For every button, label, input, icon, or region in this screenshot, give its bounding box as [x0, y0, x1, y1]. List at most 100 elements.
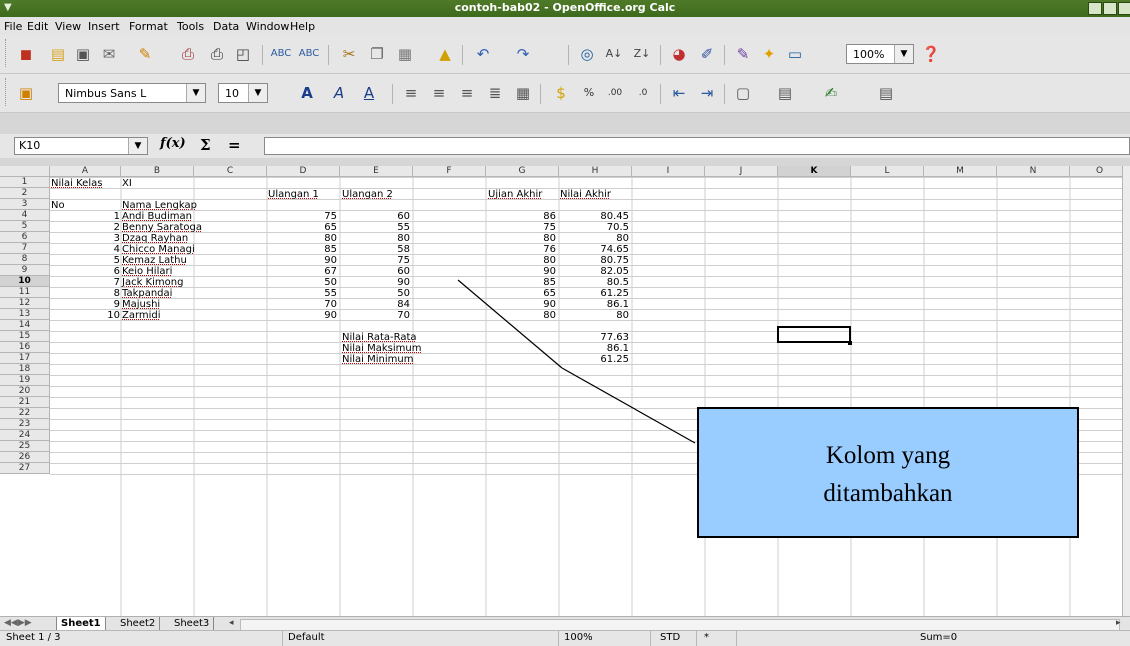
- new-icon[interactable]: ◼: [15, 43, 37, 65]
- navigator-icon[interactable]: ✦: [758, 43, 780, 65]
- cut-icon[interactable]: ✂: [338, 43, 360, 65]
- cell-ulangan1[interactable]: 90: [267, 310, 337, 321]
- cell-ujian-akhir[interactable]: 76: [486, 244, 556, 255]
- formula-input[interactable]: [264, 137, 1130, 155]
- cell-nilai-akhir[interactable]: 70.5: [559, 222, 629, 233]
- cell-ulangan1[interactable]: 67: [267, 266, 337, 277]
- increase-indent-icon[interactable]: ⇥: [696, 82, 718, 104]
- percent-icon[interactable]: %: [578, 82, 600, 104]
- font-color-icon[interactable]: ✍: [820, 82, 842, 104]
- borders-icon[interactable]: ▢: [732, 82, 754, 104]
- cell-name[interactable]: Chicco Managi: [122, 244, 195, 255]
- cell-d2[interactable]: Ulangan 1: [268, 189, 319, 200]
- cell-nilai-akhir[interactable]: 61.25: [559, 288, 629, 299]
- toolbar-grip[interactable]: [5, 39, 9, 67]
- cell-summary-label[interactable]: Nilai Rata-Rata: [342, 332, 417, 343]
- fill-handle[interactable]: [848, 341, 852, 345]
- copy-icon[interactable]: ❐: [366, 43, 388, 65]
- cell-ulangan1[interactable]: 75: [267, 211, 337, 222]
- cell-ujian-akhir[interactable]: 65: [486, 288, 556, 299]
- chevron-down-icon[interactable]: ▼: [128, 138, 147, 154]
- menu-help[interactable]: Help: [290, 20, 315, 33]
- menu-tools[interactable]: Tools: [177, 20, 204, 33]
- cell-summary-value[interactable]: 61.25: [559, 354, 629, 365]
- cell-ujian-akhir[interactable]: 90: [486, 299, 556, 310]
- cell-ujian-akhir[interactable]: 80: [486, 255, 556, 266]
- menu-file[interactable]: File: [4, 20, 22, 33]
- menu-window[interactable]: Window: [246, 20, 289, 33]
- italic-icon[interactable]: A: [328, 82, 350, 104]
- cell-ulangan1[interactable]: 90: [267, 255, 337, 266]
- status-style[interactable]: Default: [288, 632, 325, 643]
- sum-icon[interactable]: Σ: [200, 136, 211, 154]
- cell-ujian-akhir[interactable]: 86: [486, 211, 556, 222]
- cell-ujian-akhir[interactable]: 85: [486, 277, 556, 288]
- chevron-down-icon[interactable]: ▼: [186, 84, 205, 102]
- print-icon[interactable]: ⎙: [206, 43, 228, 65]
- standard-format-icon[interactable]: .00: [604, 82, 626, 104]
- cell-summary-label[interactable]: Nilai Minimum: [342, 354, 413, 365]
- cell-nilai-akhir[interactable]: 80: [559, 233, 629, 244]
- bold-icon[interactable]: A: [296, 82, 318, 104]
- styles-icon[interactable]: ▣: [15, 82, 37, 104]
- cell-no[interactable]: 1: [50, 211, 120, 222]
- menu-data[interactable]: Data: [213, 20, 239, 33]
- chevron-down-icon[interactable]: ▼: [894, 45, 913, 63]
- gallery-icon[interactable]: ✎: [732, 43, 754, 65]
- cell-ulangan1[interactable]: 70: [267, 299, 337, 310]
- cell-ulangan2[interactable]: 60: [340, 211, 410, 222]
- cell-nilai-akhir[interactable]: 80: [559, 310, 629, 321]
- autospellcheck-icon[interactable]: ABC: [298, 43, 320, 65]
- cell-nilai-akhir[interactable]: 74.65: [559, 244, 629, 255]
- cell-ulangan2[interactable]: 75: [340, 255, 410, 266]
- email-icon[interactable]: ✉: [98, 43, 120, 65]
- cell-no[interactable]: 6: [50, 266, 120, 277]
- scroll-left-icon[interactable]: ◂: [229, 618, 234, 628]
- scroll-right-icon[interactable]: ▸: [1116, 618, 1121, 628]
- cell-summary-label[interactable]: Nilai Maksimum: [342, 343, 421, 354]
- cell-ujian-akhir[interactable]: 75: [486, 222, 556, 233]
- datasources-icon[interactable]: ▭: [784, 43, 806, 65]
- cell-no[interactable]: 7: [50, 277, 120, 288]
- open-icon[interactable]: ▤: [47, 43, 69, 65]
- cell-name[interactable]: Takpandai: [122, 288, 172, 299]
- align-right-icon[interactable]: ≡: [456, 82, 478, 104]
- edit-file-icon[interactable]: ✎: [134, 43, 156, 65]
- cell-ujian-akhir[interactable]: 80: [486, 310, 556, 321]
- vertical-scrollbar[interactable]: [1122, 166, 1130, 616]
- hyperlink-icon[interactable]: ◎: [576, 43, 598, 65]
- cell-ulangan1[interactable]: 85: [267, 244, 337, 255]
- cell-name[interactable]: Majushi: [122, 299, 160, 310]
- font-size-select[interactable]: 10 ▼: [218, 83, 268, 103]
- zoom-select[interactable]: 100% ▼: [846, 44, 914, 64]
- align-center-icon[interactable]: ≡: [428, 82, 450, 104]
- sort-ascending-icon[interactable]: A↓: [603, 43, 625, 65]
- function-wizard-icon[interactable]: f(x): [160, 136, 186, 151]
- tab-sheet2[interactable]: Sheet2: [116, 617, 161, 630]
- cell-name[interactable]: Dzaq Rayhan: [122, 233, 188, 244]
- menu-edit[interactable]: Edit: [27, 20, 48, 33]
- cell-nilai-akhir[interactable]: 80.75: [559, 255, 629, 266]
- cell-ulangan1[interactable]: 65: [267, 222, 337, 233]
- cell-ulangan2[interactable]: 50: [340, 288, 410, 299]
- cell-a3[interactable]: No: [51, 200, 65, 211]
- cell-summary-value[interactable]: 77.63: [559, 332, 629, 343]
- menu-format[interactable]: Format: [129, 20, 168, 33]
- cell-ulangan2[interactable]: 55: [340, 222, 410, 233]
- merge-cells-icon[interactable]: ▦: [512, 82, 534, 104]
- cell-ulangan2[interactable]: 60: [340, 266, 410, 277]
- menu-insert[interactable]: Insert: [88, 20, 120, 33]
- cell-nilai-akhir[interactable]: 80.45: [559, 211, 629, 222]
- cell-no[interactable]: 2: [50, 222, 120, 233]
- spellcheck-icon[interactable]: ABC: [270, 43, 292, 65]
- chart-icon[interactable]: ◕: [668, 43, 690, 65]
- cell-b3[interactable]: Nama Lengkap: [122, 200, 197, 211]
- maximize-button[interactable]: [1103, 2, 1117, 15]
- cell-name[interactable]: Kemaz Lathu: [122, 255, 187, 266]
- cell-ulangan2[interactable]: 84: [340, 299, 410, 310]
- font-name-select[interactable]: Nimbus Sans L ▼: [58, 83, 206, 103]
- redo-icon[interactable]: ↷: [512, 43, 534, 65]
- cell-name[interactable]: Andi Budiman: [122, 211, 192, 222]
- tab-sheet3[interactable]: Sheet3: [170, 617, 215, 630]
- minimize-button[interactable]: [1088, 2, 1102, 15]
